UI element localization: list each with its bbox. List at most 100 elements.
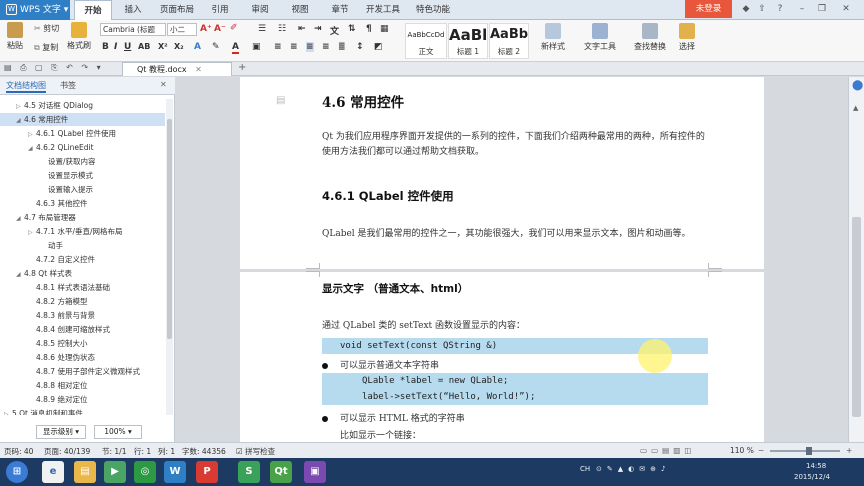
input-language[interactable]: CH <box>580 465 590 473</box>
expand-arrow-icon[interactable]: ◢ <box>16 268 24 281</box>
tab-start[interactable]: 开始 <box>74 0 112 21</box>
outline-item[interactable]: ◢ 4.6.2 QLineEdit <box>0 141 165 154</box>
outline-item[interactable]: 4.8.7 使用子部件定义微观样式 <box>0 365 165 378</box>
outline-item[interactable]: 4.7.2 自定义控件 <box>0 253 165 266</box>
document-tab[interactable]: Qt 教程.docx ✕ <box>122 62 232 76</box>
skin-icon[interactable]: ◆ <box>740 3 752 15</box>
zoom-slider-thumb[interactable] <box>806 447 812 455</box>
outline-item[interactable]: 4.8.3 前景与背景 <box>0 309 165 322</box>
status-words[interactable]: 字数: 44356 <box>182 446 226 457</box>
strikethrough-icon[interactable]: AB <box>138 42 150 51</box>
font-size-select[interactable]: 小二 <box>167 23 197 36</box>
close-icon[interactable]: ✕ <box>840 3 852 15</box>
align-right-icon[interactable]: ≡ <box>322 42 330 52</box>
decrease-indent-icon[interactable]: ⇤ <box>298 24 306 34</box>
outline-item[interactable]: 设置输入提示 <box>0 183 165 196</box>
expand-arrow-icon[interactable]: ◢ <box>16 114 24 127</box>
clock-time[interactable]: 14:58 <box>806 462 826 470</box>
outline-item[interactable]: ▷ 4.6.1 QLabel 控件使用 <box>0 127 165 140</box>
file-explorer-icon[interactable]: ▤ <box>74 461 96 483</box>
expand-arrow-icon[interactable]: ◢ <box>28 142 36 155</box>
chinese-layout-icon[interactable]: 文 <box>330 24 339 37</box>
tab-insert[interactable]: 插入 <box>114 0 152 20</box>
minimize-icon[interactable]: – <box>796 3 808 15</box>
outline-item[interactable]: 4.8.1 样式表语法基础 <box>0 281 165 294</box>
style-heading-1[interactable]: AaBl 标题 1 <box>448 23 488 59</box>
outline-item[interactable]: 设置显示模式 <box>0 169 165 182</box>
border-icon[interactable]: ▦ <box>380 24 389 34</box>
expand-arrow-icon[interactable]: ◢ <box>16 212 24 225</box>
text-effect-icon[interactable]: A <box>194 42 201 52</box>
outline-item[interactable]: 动手 <box>0 239 165 252</box>
outline-item[interactable]: 4.6.3 其他控件 <box>0 197 165 210</box>
style-heading-2[interactable]: AaBb 标题 2 <box>489 23 529 59</box>
bullet-list-icon[interactable]: ☰ <box>258 24 266 34</box>
shrink-font-icon[interactable]: A⁻ <box>214 24 226 34</box>
tab-page-layout[interactable]: 页面布局 <box>152 0 202 20</box>
outline-item[interactable]: 4.8.9 绝对定位 <box>0 393 165 406</box>
app-icon[interactable]: ▣ <box>304 461 326 483</box>
document-scroll-thumb[interactable] <box>852 217 861 417</box>
justify-icon[interactable]: ≡ <box>306 42 314 52</box>
tab-view[interactable]: 视图 <box>282 0 318 20</box>
location-pin-icon[interactable]: ⬤ <box>852 80 863 91</box>
new-style-button[interactable]: 新样式 <box>536 23 570 52</box>
char-shade-icon[interactable]: ▣ <box>252 42 261 52</box>
tab-developer[interactable]: 开发工具 <box>360 0 406 20</box>
font-name-select[interactable]: Cambria (标题 <box>100 23 166 36</box>
copy-button[interactable]: ⧉ 复制 <box>34 42 66 53</box>
tab-review[interactable]: 审阅 <box>242 0 278 20</box>
tab-chapter[interactable]: 章节 <box>322 0 358 20</box>
distribute-icon[interactable]: ≣ <box>338 42 346 52</box>
outline-item[interactable]: ◢ 4.8 Qt 样式表 <box>0 267 165 280</box>
outline-item[interactable]: ▷ 4.7.1 水平/垂直/网格布局 <box>0 225 165 238</box>
document-scrollbar[interactable]: ⬤ ▲ <box>848 77 864 442</box>
subscript-icon[interactable]: X₂ <box>174 42 184 51</box>
tray-icons[interactable]: ⊙✎▲◐✉⊕♪ <box>596 465 670 473</box>
format-painter-button[interactable]: 格式刷 <box>66 22 92 51</box>
tab-features[interactable]: 特色功能 <box>410 0 456 20</box>
outline-item[interactable]: 4.8.2 方箱模型 <box>0 295 165 308</box>
expand-arrow-icon[interactable]: ▷ <box>28 128 36 141</box>
qt-creator-icon[interactable]: Qt <box>270 461 292 483</box>
status-spellcheck[interactable]: ☑ 拼写检查 <box>236 446 275 457</box>
tab-close-icon[interactable]: ✕ <box>195 65 202 74</box>
display-level-select[interactable]: 显示级别 ▾ <box>36 425 86 439</box>
restore-icon[interactable]: ❐ <box>816 3 828 15</box>
cut-button[interactable]: ✂ 剪切 <box>34 23 66 34</box>
zoom-out-icon[interactable]: − <box>758 446 764 455</box>
view-mode-icons[interactable]: ▭▭▤▥◫ <box>640 446 695 455</box>
expand-arrow-icon[interactable]: ▷ <box>16 100 24 113</box>
nav-zoom-select[interactable]: 100% ▾ <box>94 425 142 439</box>
number-list-icon[interactable]: ☷ <box>278 24 286 34</box>
increase-indent-icon[interactable]: ⇥ <box>314 24 322 34</box>
clock-date[interactable]: 2015/12/4 <box>794 473 830 481</box>
help-icon[interactable]: ? <box>774 3 786 15</box>
ie-icon[interactable]: e <box>42 461 64 483</box>
app-menu-button[interactable]: W WPS 文字 ▾ <box>0 0 70 20</box>
nav-scrollbar[interactable] <box>166 99 173 415</box>
zoom-slider[interactable] <box>770 450 840 452</box>
quick-access-icons[interactable]: ▤ ⎙ ▢ ⎘ ↶ ↷ ▾ <box>4 63 104 73</box>
wechat-icon[interactable]: ◎ <box>134 461 156 483</box>
find-replace-button[interactable]: 查找替换 <box>630 23 670 52</box>
show-marks-icon[interactable]: ¶ <box>366 24 372 34</box>
wps-spreadsheet-icon[interactable]: S <box>238 461 260 483</box>
share-icon[interactable]: ⇧ <box>756 3 768 15</box>
expand-arrow-icon[interactable]: ▷ <box>28 226 36 239</box>
new-tab-icon[interactable]: + <box>238 62 246 73</box>
outline-item[interactable]: 4.8.4 创建可缩放样式 <box>0 323 165 336</box>
start-button-icon[interactable]: ⊞ <box>6 461 28 483</box>
superscript-icon[interactable]: X² <box>158 42 168 51</box>
bold-icon[interactable]: B <box>102 42 109 52</box>
paste-button[interactable]: 粘贴 <box>4 22 26 51</box>
shading-icon[interactable]: ◩ <box>374 42 383 52</box>
italic-icon[interactable]: I <box>114 42 117 52</box>
tab-bookmark[interactable]: 书签 <box>60 80 76 91</box>
sort-icon[interactable]: ⇅ <box>348 24 356 34</box>
document-canvas[interactable]: ▤ 4.6 常用控件 Qt 为我们应用程序界面开发提供的一系列的控件，下面我们介… <box>176 77 848 442</box>
outline-item[interactable]: 4.8.5 控制大小 <box>0 337 165 350</box>
tab-outline[interactable]: 文档结构图 <box>6 80 46 93</box>
outline-item[interactable]: ◢ 4.7 布局管理器 <box>0 211 165 224</box>
outline-item[interactable]: ◢ 4.6 常用控件 <box>0 113 165 126</box>
